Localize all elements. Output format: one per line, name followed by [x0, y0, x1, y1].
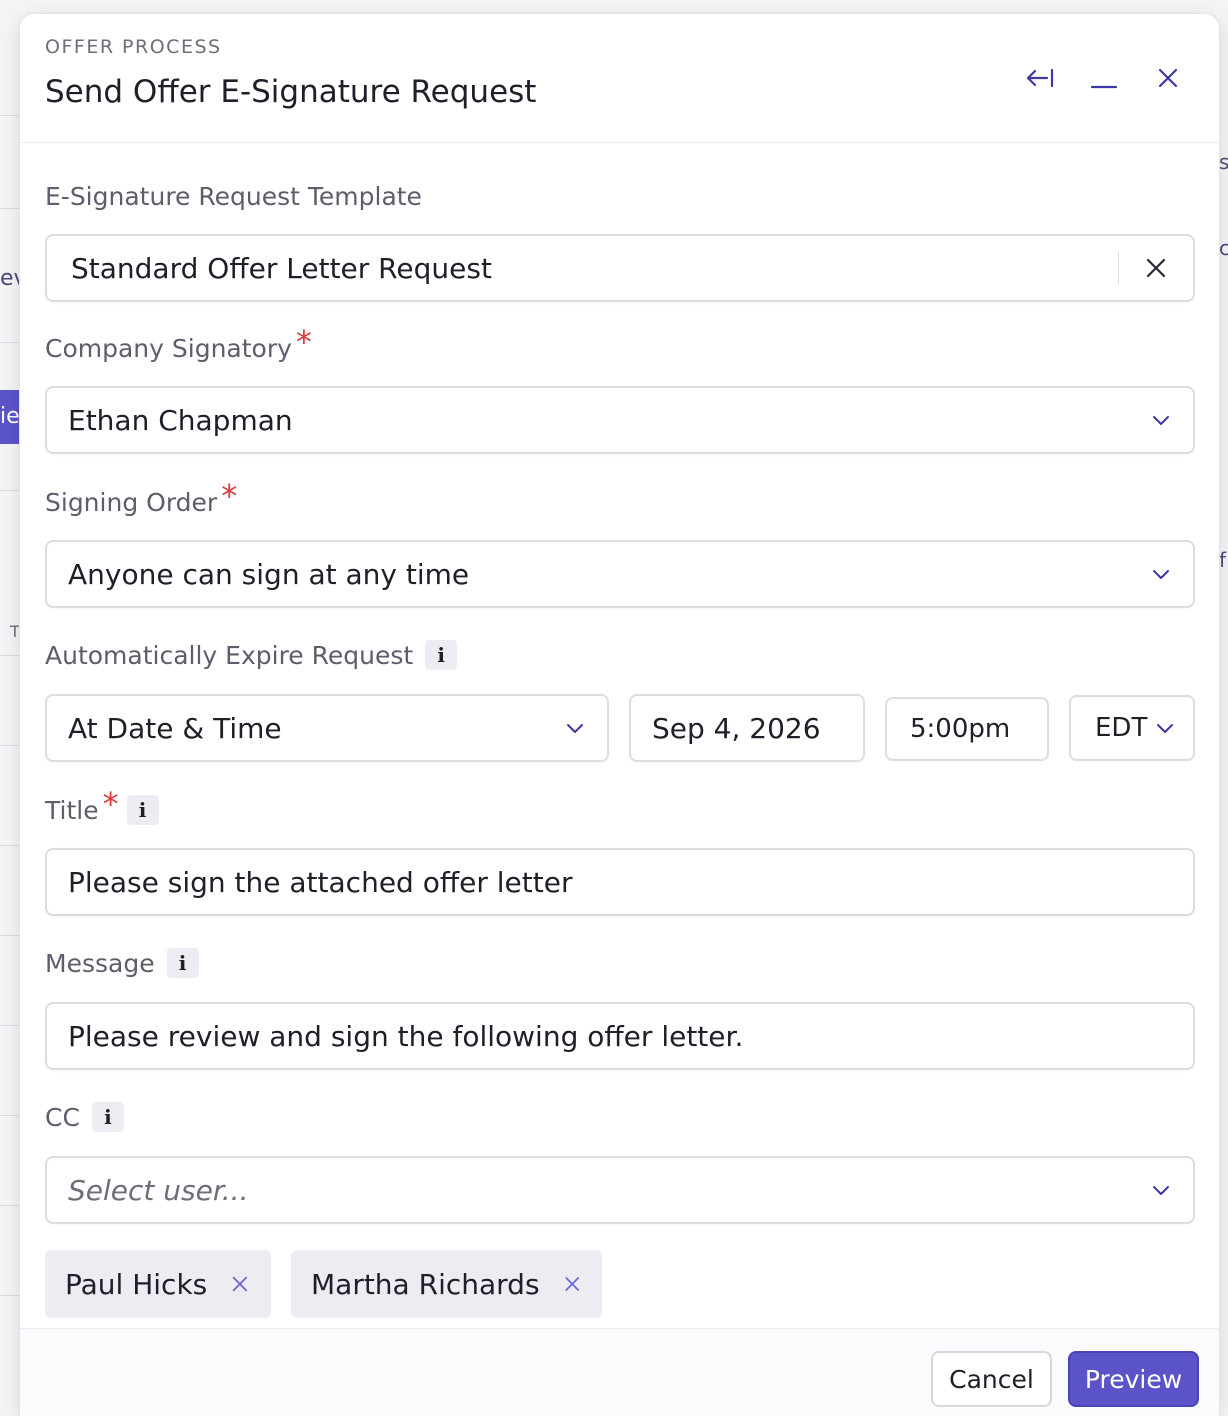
title-label: Title * i [45, 788, 159, 826]
expire-label: Automatically Expire Request i [45, 640, 458, 670]
bg-divider [0, 115, 20, 116]
esignature-modal: OFFER PROCESS Send Offer E-Signature Req… [20, 14, 1219, 1416]
timezone-value: EDT [1095, 713, 1148, 743]
clear-template-button[interactable] [1119, 236, 1193, 300]
expire-time-value: 5:00pm [910, 714, 1011, 744]
cc-chip: Paul Hicks [45, 1250, 271, 1318]
bg-divider [0, 845, 20, 846]
chevron-down-icon [1153, 1186, 1169, 1195]
bg-divider [0, 1115, 20, 1116]
template-select[interactable]: Standard Offer Letter Request [45, 234, 1195, 302]
modal-eyebrow: OFFER PROCESS [45, 36, 222, 58]
remove-chip-icon[interactable] [229, 1272, 251, 1296]
cc-chip-label: Martha Richards [311, 1267, 540, 1301]
title-input[interactable]: Please sign the attached offer letter [45, 848, 1195, 916]
bg-divider [0, 490, 20, 491]
cancel-button[interactable]: Cancel [931, 1351, 1052, 1407]
chevron-down-icon [1157, 724, 1173, 733]
signing-order-label: Signing Order * [45, 480, 237, 518]
bg-text-fragment: T [10, 622, 20, 641]
modal-footer: Cancel Preview [20, 1328, 1219, 1416]
signing-order-label-text: Signing Order [45, 487, 218, 517]
cc-chip: Martha Richards [291, 1250, 602, 1318]
expire-mode-select[interactable]: At Date & Time [45, 694, 609, 762]
modal-title: Send Offer E-Signature Request [45, 74, 537, 110]
signatory-label-text: Company Signatory [45, 333, 292, 363]
preview-button[interactable]: Preview [1068, 1351, 1199, 1407]
bg-divider [0, 655, 20, 656]
chevron-down-icon [1153, 570, 1169, 579]
bg-divider [0, 935, 20, 936]
message-label: Message i [45, 948, 199, 978]
expire-date-input[interactable]: Sep 4, 2026 [629, 694, 865, 762]
info-icon[interactable]: i [425, 640, 458, 670]
signing-order-select[interactable]: Anyone can sign at any time [45, 540, 1195, 608]
signatory-select[interactable]: Ethan Chapman [45, 386, 1195, 454]
info-icon[interactable]: i [166, 948, 199, 978]
bg-text-fragment: f [1219, 548, 1227, 572]
bg-text-fragment: s [1219, 150, 1228, 174]
modal-header: OFFER PROCESS Send Offer E-Signature Req… [20, 14, 1219, 143]
bg-divider [0, 745, 20, 746]
expire-date-value: Sep 4, 2026 [652, 711, 821, 745]
cc-user-select[interactable]: Select user... [45, 1156, 1195, 1224]
message-value: Please review and sign the following off… [68, 1019, 744, 1053]
bg-divider [0, 1025, 20, 1026]
info-icon[interactable]: i [91, 1102, 124, 1132]
message-label-text: Message [45, 948, 155, 978]
bg-text-fragment: ie [0, 404, 20, 429]
signatory-label: Company Signatory * [45, 326, 312, 364]
bg-text-fragment: ev [0, 266, 20, 291]
template-label-text: E-Signature Request Template [45, 182, 422, 211]
collapse-left-icon[interactable] [1020, 58, 1060, 98]
info-icon[interactable]: i [126, 795, 159, 825]
chevron-down-icon [567, 724, 583, 733]
title-label-text: Title [45, 795, 99, 825]
required-asterisk: * [221, 477, 238, 515]
close-icon[interactable] [1148, 58, 1188, 98]
remove-chip-icon[interactable] [562, 1272, 582, 1296]
required-asterisk: * [102, 785, 119, 823]
signatory-value: Ethan Chapman [68, 403, 293, 437]
expire-label-text: Automatically Expire Request [45, 640, 414, 670]
cc-label-text: CC [45, 1102, 80, 1132]
cc-chip-label: Paul Hicks [65, 1267, 208, 1301]
expire-time-input[interactable]: 5:00pm [885, 697, 1049, 761]
expire-mode-value: At Date & Time [68, 711, 282, 745]
chevron-down-icon [1153, 416, 1169, 425]
bg-divider [0, 208, 20, 209]
bg-text-fragment: c [1219, 236, 1228, 260]
timezone-select[interactable]: EDT [1069, 695, 1195, 761]
title-value: Please sign the attached offer letter [68, 865, 573, 899]
bg-divider [0, 342, 20, 343]
message-input[interactable]: Please review and sign the following off… [45, 1002, 1195, 1070]
cc-label: CC i [45, 1102, 124, 1132]
bg-active-tab[interactable]: ie [0, 390, 20, 444]
minimize-icon[interactable] [1084, 58, 1124, 98]
signing-order-value: Anyone can sign at any time [68, 557, 470, 591]
bg-divider [0, 1205, 20, 1206]
clear-icon [1146, 258, 1166, 278]
template-value: Standard Offer Letter Request [71, 251, 492, 285]
template-label: E-Signature Request Template [45, 182, 422, 211]
required-asterisk: * [295, 323, 312, 361]
cc-placeholder: Select user... [68, 1173, 249, 1207]
bg-divider [0, 1295, 20, 1296]
